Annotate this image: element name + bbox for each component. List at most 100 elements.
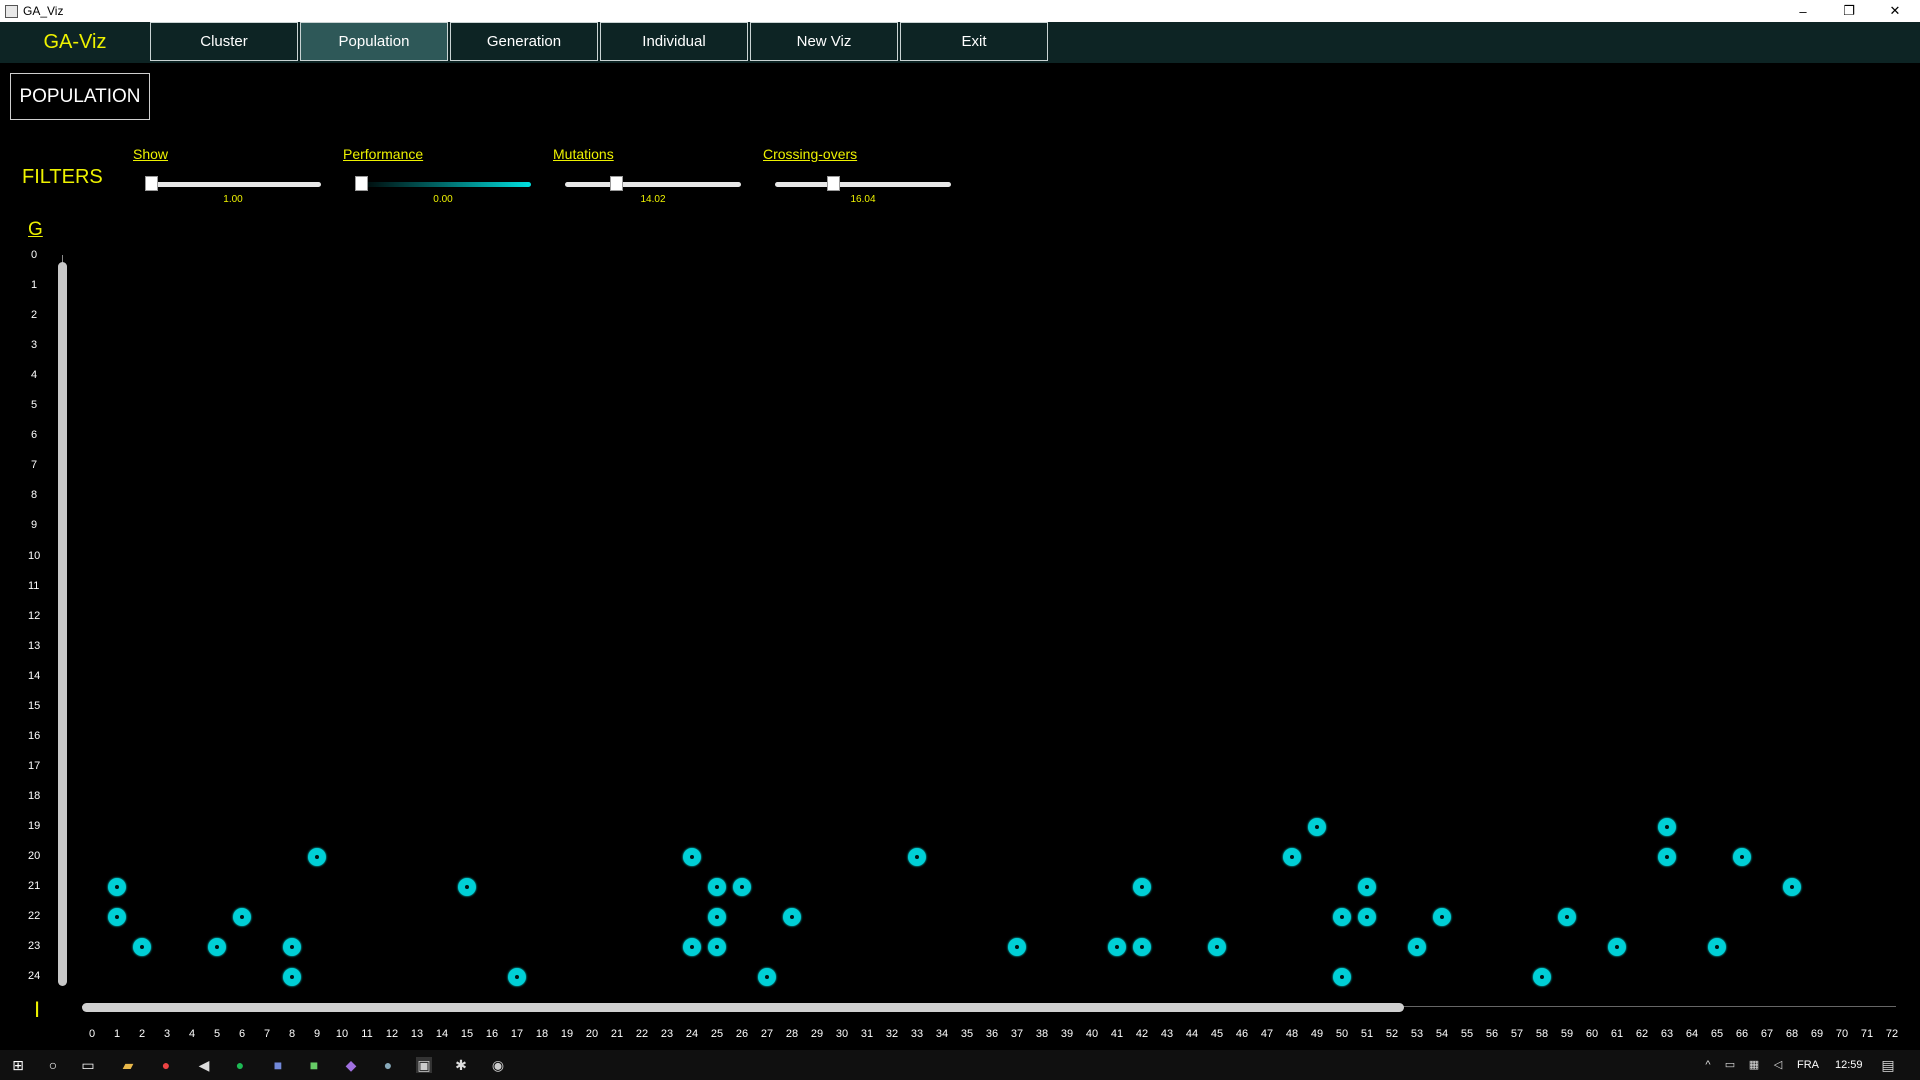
individual-point[interactable] (133, 938, 151, 957)
filter-performance-label[interactable]: Performance (343, 146, 423, 162)
individual-point[interactable] (1733, 848, 1751, 866)
individual-point[interactable] (708, 878, 726, 897)
windows-taskbar: ⊞ ○ ▭ ▰ ● ◀ ● ■ ■ ◆ ● ▣ ✱ ◉ ^ ▭ ▦ ◁ FRA … (0, 1050, 1920, 1080)
x-tick-label: 40 (1085, 1028, 1099, 1040)
individual-point[interactable] (458, 878, 476, 897)
individual-point[interactable] (308, 848, 326, 866)
individual-point[interactable] (1008, 938, 1026, 957)
notifications-icon[interactable]: ▤ (1880, 1057, 1896, 1073)
x-tick-label: 54 (1435, 1028, 1449, 1040)
window-title: GA_Viz (23, 4, 64, 18)
individual-point[interactable] (708, 908, 726, 927)
individual-point[interactable] (1608, 938, 1626, 957)
individual-point[interactable] (1358, 878, 1376, 897)
file-explorer-icon[interactable]: ▰ (120, 1057, 136, 1073)
restore-button[interactable]: ❐ (1826, 0, 1872, 22)
individual-point[interactable] (1708, 938, 1726, 957)
chrome-icon[interactable]: ● (158, 1057, 174, 1073)
windows-start-icon[interactable]: ⊞ (10, 1057, 26, 1073)
filter-mutations-label[interactable]: Mutations (553, 146, 614, 162)
visual-studio-icon[interactable]: ◆ (343, 1057, 359, 1073)
individual-point[interactable] (1133, 938, 1151, 957)
paint-icon[interactable]: ◉ (490, 1057, 506, 1073)
individual-point[interactable] (208, 938, 226, 957)
filter-performance-slider[interactable] (355, 182, 531, 187)
individual-point[interactable] (508, 968, 526, 987)
individual-point[interactable] (1333, 968, 1351, 987)
discord-icon[interactable]: ■ (270, 1057, 286, 1073)
language-indicator[interactable]: FRA (1797, 1059, 1819, 1071)
y-tick-label: 15 (28, 699, 41, 712)
individual-point[interactable] (908, 848, 926, 866)
x-tick-label: 39 (1060, 1028, 1074, 1040)
x-tick-label: 50 (1335, 1028, 1349, 1040)
x-tick-label: 9 (313, 1028, 321, 1040)
individual-point[interactable] (733, 878, 751, 897)
individual-point[interactable] (108, 878, 126, 897)
y-tick-label: 11 (28, 579, 40, 592)
x-tick-label: 47 (1260, 1028, 1274, 1040)
spotify-icon[interactable]: ● (232, 1057, 248, 1073)
filters-label: FILTERS (22, 166, 103, 188)
filter-crossing-overs-label[interactable]: Crossing-overs (763, 146, 857, 162)
settings-icon[interactable]: ✱ (453, 1057, 469, 1073)
individual-point[interactable] (1533, 968, 1551, 987)
horizontal-scrollbar[interactable] (82, 1003, 1404, 1012)
menu-new-viz-button[interactable]: New Viz (750, 22, 898, 61)
filter-crossing-overs-slider-thumb[interactable] (827, 176, 841, 191)
tray-chevron-icon[interactable]: ^ (1700, 1057, 1716, 1073)
individual-point[interactable] (1658, 817, 1676, 836)
individual-point[interactable] (683, 938, 701, 957)
app-icon-green[interactable]: ■ (306, 1057, 322, 1073)
individual-point[interactable] (758, 968, 776, 987)
individual-point[interactable] (1333, 908, 1351, 927)
individual-point[interactable] (1433, 908, 1451, 927)
battery-icon[interactable]: ▭ (1722, 1057, 1738, 1073)
media-player-icon[interactable]: ◀ (196, 1057, 212, 1073)
menu-individual-button[interactable]: Individual (600, 22, 748, 61)
individual-point[interactable] (1558, 908, 1576, 927)
steam-icon[interactable]: ● (380, 1057, 396, 1073)
individual-point[interactable] (708, 938, 726, 957)
close-button[interactable]: ✕ (1872, 0, 1918, 22)
filter-show-label[interactable]: Show (133, 146, 168, 162)
x-tick-label: 52 (1385, 1028, 1399, 1040)
filter-mutations-slider[interactable] (565, 182, 741, 187)
filter-crossing-overs-slider[interactable] (775, 182, 951, 187)
network-icon[interactable]: ▦ (1746, 1057, 1762, 1073)
x-tick-label: 36 (985, 1028, 999, 1040)
x-tick-label: 38 (1035, 1028, 1049, 1040)
search-icon[interactable]: ○ (45, 1057, 61, 1073)
filter-mutations-slider-thumb[interactable] (610, 176, 624, 191)
individual-point[interactable] (1108, 938, 1126, 957)
individual-point[interactable] (1783, 878, 1801, 897)
individual-point[interactable] (683, 848, 701, 866)
individual-point[interactable] (108, 908, 126, 927)
individual-point[interactable] (1658, 848, 1676, 866)
x-tick-label: 4 (188, 1028, 196, 1040)
individual-point[interactable] (1408, 938, 1426, 957)
individual-point[interactable] (233, 908, 251, 927)
individual-point[interactable] (1283, 848, 1301, 866)
menu-generation-button[interactable]: Generation (450, 22, 598, 61)
individual-point[interactable] (1208, 938, 1226, 957)
filter-show-slider-thumb[interactable] (145, 176, 158, 191)
individual-point[interactable] (1133, 878, 1151, 897)
task-view-icon[interactable]: ▭ (80, 1057, 96, 1073)
individual-point[interactable] (783, 908, 801, 927)
individual-point[interactable] (1358, 908, 1376, 927)
clock[interactable]: 12:59 (1835, 1059, 1863, 1071)
filter-performance-slider-thumb[interactable] (355, 176, 368, 191)
filter-show-slider[interactable] (145, 182, 321, 187)
individual-point[interactable] (1308, 817, 1326, 836)
individual-point[interactable] (283, 938, 301, 957)
menu-population-button[interactable]: Population (300, 22, 448, 61)
individual-point[interactable] (283, 968, 301, 987)
minimize-button[interactable]: – (1780, 0, 1826, 22)
ga-viz-taskbar-icon[interactable]: ▣ (416, 1057, 432, 1073)
menu-cluster-button[interactable]: Cluster (150, 22, 298, 61)
y-tick-label: 16 (28, 729, 41, 742)
menu-exit-button[interactable]: Exit (900, 22, 1048, 61)
volume-icon[interactable]: ◁ (1770, 1057, 1786, 1073)
y-tick-label: 3 (31, 339, 38, 352)
